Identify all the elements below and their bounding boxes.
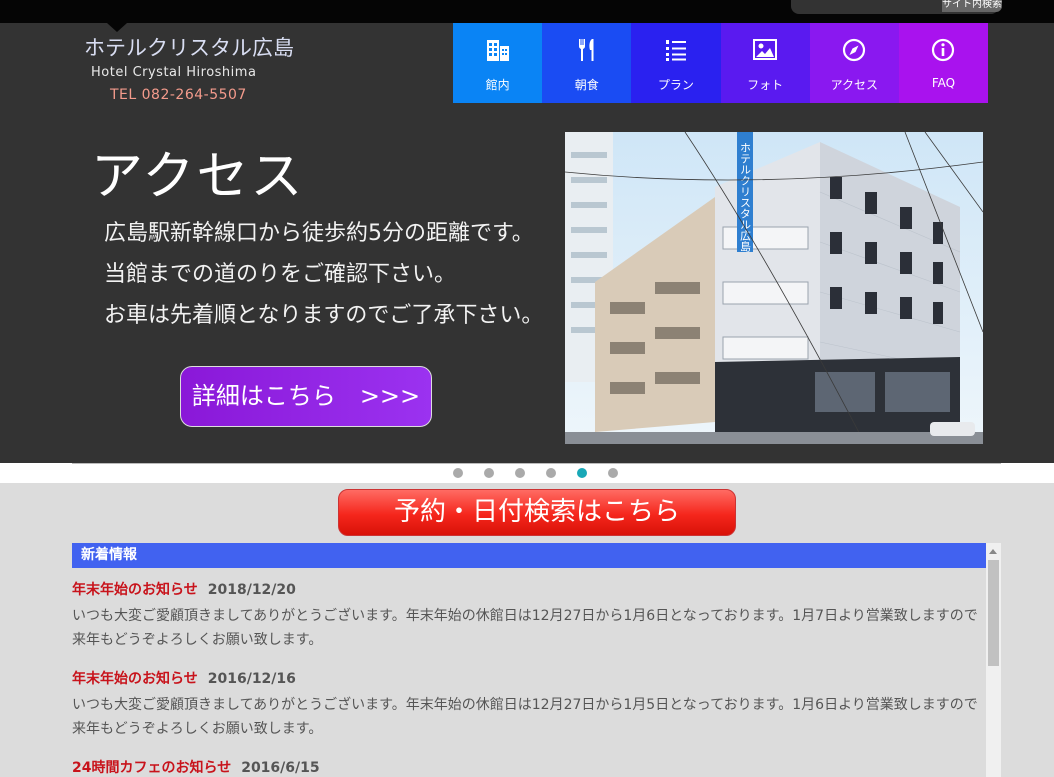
divider [72, 463, 1001, 464]
news-body: いつも大変ご愛顧頂きましてありがとうございます。年末年始の休館日は12月27日か… [72, 608, 978, 648]
slider-dots [453, 468, 618, 478]
slider-dot[interactable] [484, 468, 494, 478]
nav-label: 朝食 [574, 78, 599, 92]
hotel-sign-text: ホテルクリスタル広島 [739, 142, 752, 253]
slider-dot[interactable] [515, 468, 525, 478]
phone-number: TEL 082-264-5507 [110, 87, 247, 103]
nav-label: 館内 [485, 78, 510, 92]
nav-item-access[interactable]: アクセス [809, 23, 899, 103]
nav-item-facility[interactable]: 館内 [453, 23, 543, 103]
nav-label: プラン [657, 78, 694, 92]
news-item: 年末年始のお知らせ 2018/12/20 いつも大変ご愛顧頂きましてありがとうござ… [72, 579, 986, 652]
hero-text-line: 広島駅新幹線口から徒歩約5分の距離です。 [104, 221, 534, 246]
nav-item-plan[interactable]: プラン [631, 23, 721, 103]
building-icon [486, 40, 509, 61]
news-item: 24時間カフェのお知らせ 2016/6/15 [72, 757, 986, 777]
nav-item-photo[interactable]: フォト [720, 23, 810, 103]
news-title[interactable]: 24時間カフェのお知らせ [72, 760, 231, 776]
hero-text-line: 当館までの道のりをご確認下さい。 [104, 262, 457, 287]
news-panel: 新着情報 年末年始のお知らせ 2018/12/20 いつも大変ご愛顧頂きましてあり… [72, 543, 1001, 777]
details-button[interactable]: 詳細はこちら >>> [180, 366, 432, 427]
logo-pointer [107, 23, 127, 32]
logo-name-jp[interactable]: ホテルクリスタル広島 [84, 32, 294, 62]
slider-dot[interactable] [453, 468, 463, 478]
nav-item-faq[interactable]: FAQ [898, 23, 989, 103]
news-title[interactable]: 年末年始のお知らせ [72, 671, 198, 687]
news-date: 2018/12/20 [207, 582, 296, 598]
news-body: いつも大変ご愛顧頂きましてありがとうございます。年末年始の休館日は12月27日か… [72, 697, 978, 737]
slider-dot[interactable] [546, 468, 556, 478]
nav-label: アクセス [830, 78, 878, 92]
news-title[interactable]: 年末年始のお知らせ [72, 582, 198, 598]
nav-item-breakfast[interactable]: 朝食 [542, 23, 632, 103]
slider-dot[interactable] [608, 468, 618, 478]
hero-title: アクセス [91, 147, 305, 207]
scroll-up-arrow-icon[interactable] [989, 549, 997, 554]
list-icon [665, 40, 686, 61]
compass-icon [843, 38, 866, 62]
fork-knife-icon [578, 39, 594, 61]
site-search-button[interactable]: サイト内検索 [942, 0, 1002, 12]
photo-icon [753, 39, 778, 60]
nav-label: フォト [747, 78, 784, 92]
news-date: 2016/6/15 [241, 760, 320, 776]
hotel-building-photo: ホテルクリスタル広島 [565, 132, 983, 444]
info-icon [932, 38, 955, 62]
top-bar: サイト内検索 [0, 0, 1054, 32]
hero-text-line: お車は先着順となりますのでご了承下さい。 [104, 303, 544, 328]
news-date: 2016/12/16 [207, 671, 296, 687]
scroll-thumb[interactable] [988, 560, 999, 666]
news-item: 年末年始のお知らせ 2016/12/16 いつも大変ご愛顧頂きましてありがとうござ… [72, 668, 986, 741]
logo-name-en: Hotel Crystal Hiroshima [91, 65, 257, 80]
slider-dot-active[interactable] [577, 468, 587, 478]
nav-label: FAQ [931, 76, 956, 90]
reservation-button[interactable]: 予約・日付検索はこちら [338, 489, 736, 536]
news-scrollbar[interactable] [986, 543, 1001, 777]
news-header: 新着情報 [72, 543, 986, 568]
main-nav: 館内 朝食 プラン フォト アクセス FAQ [453, 23, 989, 103]
